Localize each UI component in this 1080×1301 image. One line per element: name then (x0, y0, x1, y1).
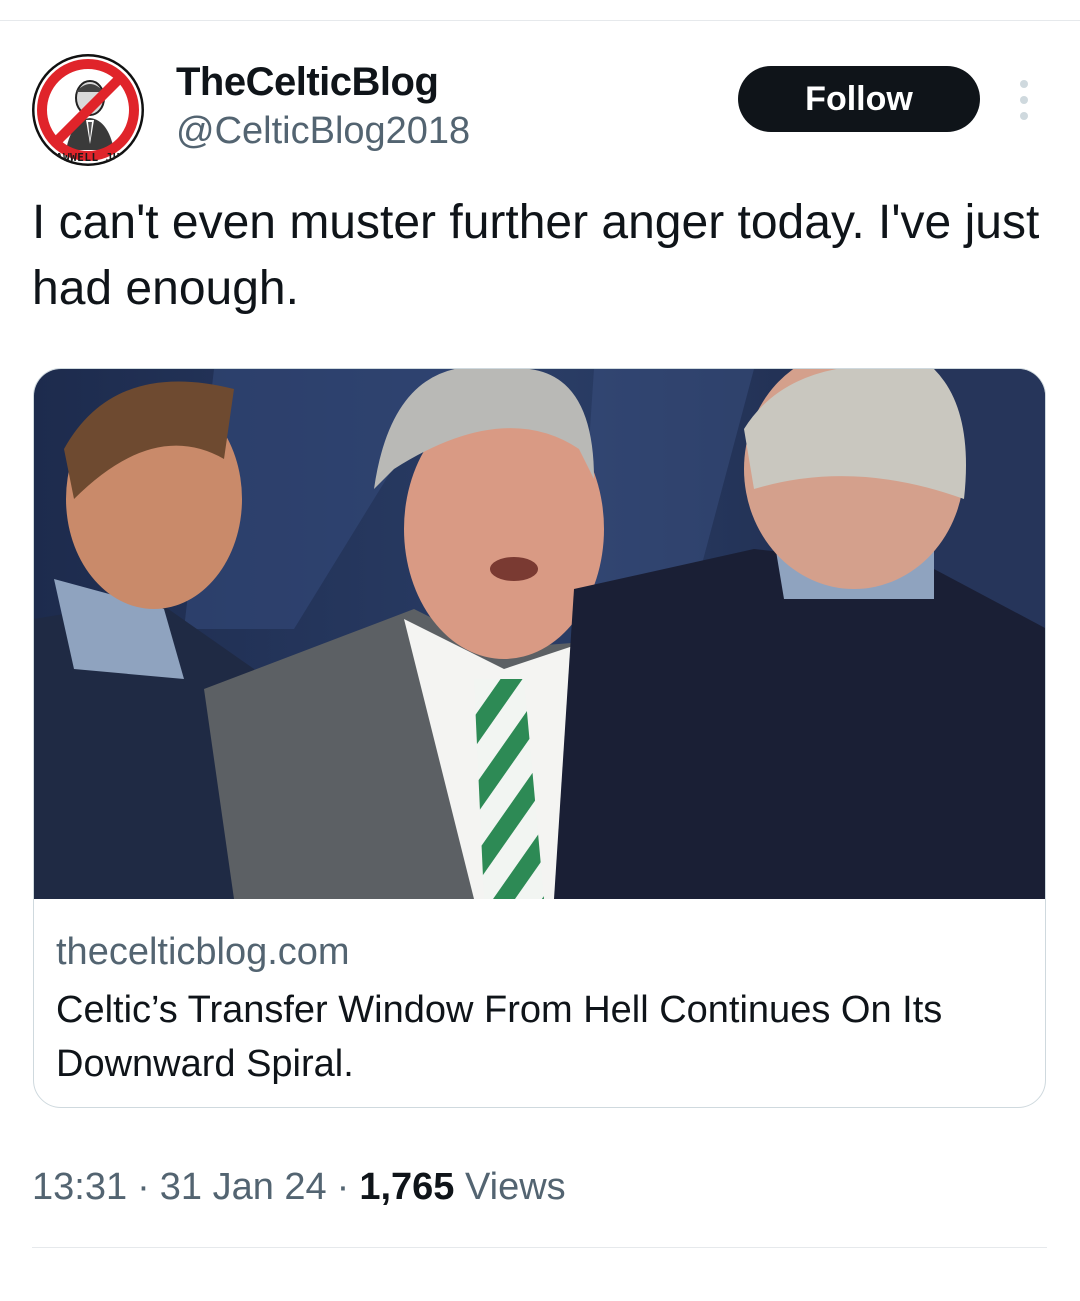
link-card-meta: thecelticblog.com Celtic’s Transfer Wind… (56, 927, 1016, 1091)
avatar-image (32, 54, 144, 166)
tweet-time[interactable]: 13:31 (32, 1166, 127, 1208)
tweet-date[interactable]: 31 Jan 24 (160, 1166, 327, 1208)
author-handle[interactable]: @CelticBlog2018 (176, 110, 470, 153)
meta-separator: · (336, 1166, 350, 1208)
views-count: 1,765 (359, 1166, 455, 1208)
link-card[interactable]: thecelticblog.com Celtic’s Transfer Wind… (33, 368, 1046, 1108)
link-card-image (34, 369, 1045, 899)
more-dot (1020, 112, 1028, 120)
link-card-domain: thecelticblog.com (56, 931, 350, 973)
bottom-divider (32, 1247, 1047, 1248)
tweet-text: I can't even muster further anger today.… (32, 196, 1040, 315)
more-vertical-icon[interactable] (1008, 78, 1040, 122)
views-label[interactable]: Views (465, 1166, 566, 1208)
article-photo (34, 369, 1045, 899)
top-divider (0, 20, 1080, 21)
avatar[interactable]: LAWWELL JUN (32, 54, 144, 166)
author-display-name[interactable]: TheCelticBlog (176, 60, 439, 105)
avatar-caption: LAWWELL JUN (48, 151, 128, 164)
meta-separator: · (137, 1166, 150, 1208)
more-dot (1020, 80, 1028, 88)
more-dot (1020, 96, 1028, 104)
follow-button[interactable]: Follow (738, 66, 980, 132)
link-card-title: Celtic’s Transfer Window From Hell Conti… (56, 989, 943, 1085)
tweet-meta: 13:31 · 31 Jan 24 · 1,765 Views (32, 1166, 566, 1209)
